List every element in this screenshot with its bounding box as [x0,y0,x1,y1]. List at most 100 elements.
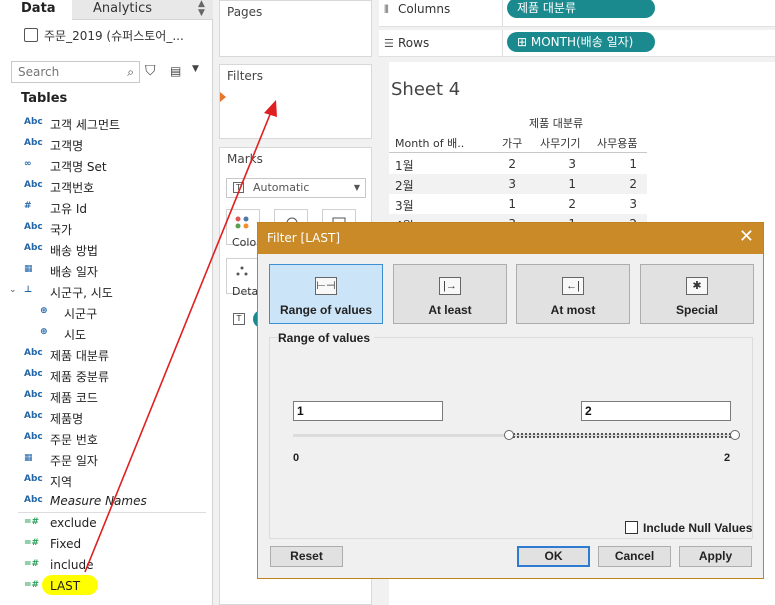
field-item[interactable]: Abc 제품 코드 [0,387,212,407]
range-slider-selection[interactable] [510,433,735,438]
field-type-icon: Abc [24,411,43,421]
mode-label: At least [428,303,472,317]
row-header-cell: 3월 [395,199,414,213]
detail-mark-label: Deta [232,285,259,298]
field-search-box[interactable]: ⌕ [11,61,140,83]
apply-button[interactable]: Apply [679,546,752,567]
mark-type-dropdown[interactable]: T Automatic ▼ [226,178,366,198]
pages-card[interactable]: Pages [219,0,372,57]
field-item[interactable]: ⌄ ⊥ 시군구, 시도 [0,282,212,302]
rows-pill[interactable]: ⊞ MONTH(배송 일자) [507,32,655,52]
include-null-label[interactable]: Include Null Values [643,521,752,535]
field-label: 배송 방법 [50,244,98,258]
field-item[interactable]: Abc 제품 대분류 [0,345,212,365]
field-type-icon: Abc [24,138,43,148]
text-mark-icon: T [233,182,244,193]
datasource-icon [24,28,38,42]
dialog-titlebar[interactable]: Filter [LAST] ✕ [258,223,763,254]
table-cell: 1 [629,157,637,171]
filter-dialog: Filter [LAST] ✕ ⊢⊣ Range of values |→ At… [257,222,764,579]
field-item[interactable]: Abc 고객명 [0,135,212,155]
max-value-input[interactable] [581,401,731,421]
field-item[interactable]: ▦ 배송 일자 [0,261,212,281]
close-icon[interactable]: ✕ [739,227,754,247]
column-header: 사무기기 [540,137,581,150]
field-label: 고유 Id [50,202,88,216]
columns-shelf[interactable]: ⦀ Columns 제품 대분류 [379,0,775,27]
cancel-button[interactable]: Cancel [598,546,671,567]
field-item[interactable]: Abc 국가 [0,219,212,239]
color-dots-icon [235,216,249,229]
field-type-icon: Abc [24,180,43,190]
field-label: 고객명 Set [50,160,107,174]
datasource-name: 주문_2019 (슈퍼스토어_... [44,29,184,43]
measure-item[interactable]: =# include [0,556,212,576]
field-type-icon: ▦ [24,453,33,463]
field-item[interactable]: Abc 고객 세그먼트 [0,114,212,134]
field-label: 시군구 [64,307,98,321]
drop-marker-icon [220,92,226,102]
tab-data[interactable]: Data [0,0,72,20]
field-type-icon: Abc [24,495,43,505]
list-view-icon[interactable]: ▤ [170,64,181,78]
field-item[interactable]: Abc 제품명 [0,408,212,428]
field-item[interactable]: Abc 주문 번호 [0,429,212,449]
field-item[interactable]: ∞ 고객명 Set [0,156,212,176]
at-least-icon: |→ [439,277,461,295]
field-item[interactable]: Abc Measure Names [0,492,212,512]
range-icon: ⊢⊣ [315,277,337,295]
dropdown-caret-icon: ▼ [353,183,360,192]
field-item[interactable]: Abc 지역 [0,471,212,491]
range-of-values-button[interactable]: ⊢⊣ Range of values [269,264,383,324]
expand-caret-icon[interactable]: ⌄ [9,285,17,295]
row-header-cell: 2월 [395,179,414,193]
measure-type-icon: =# [24,517,40,527]
field-item[interactable]: Abc 고객번호 [0,177,212,197]
field-label: 제품 코드 [50,391,98,405]
row-header-cell: 1월 [395,159,414,173]
field-type-icon: Abc [24,432,43,442]
measure-label: Fixed [50,537,82,551]
table-cell: 3 [568,157,576,171]
include-null-checkbox[interactable] [625,521,638,534]
search-icon[interactable]: ⌕ [127,65,134,80]
measure-item[interactable]: =# exclude [0,514,212,534]
special-button[interactable]: ✱ Special [640,264,754,324]
column-group-header: 제품 대분류 [529,117,584,130]
field-type-icon: Abc [24,369,43,379]
chevron-down-icon[interactable]: ▼ [192,64,199,74]
field-label: 고객번호 [50,181,95,195]
filters-card[interactable]: Filters [219,64,372,139]
dimension-measure-divider [18,512,206,513]
field-item[interactable]: Abc 제품 중분류 [0,366,212,386]
filter-icon[interactable]: ⛉ [145,63,156,79]
table-cell: 2 [508,157,516,171]
measure-type-icon: =# [24,559,40,569]
tables-heading: Tables [21,91,68,106]
search-input[interactable] [12,62,112,82]
table-cell: 1 [568,177,576,191]
pane-scroll-arrows-icon[interactable]: ▲ ▼ [198,0,205,18]
table-cell: 2 [629,177,637,191]
field-item[interactable]: ⊕ 시군구 [0,303,212,323]
pages-title: Pages [227,5,263,19]
field-item[interactable]: ▦ 주문 일자 [0,450,212,470]
measure-item[interactable]: =# LAST [0,577,212,597]
field-type-icon: Abc [24,222,43,232]
min-value-input[interactable] [293,401,443,421]
field-item[interactable]: # 고유 Id [0,198,212,218]
column-header: Month of 배.. [395,137,465,150]
slider-max-handle[interactable] [730,430,740,440]
field-item[interactable]: Abc 배송 방법 [0,240,212,260]
tab-analytics[interactable]: Analytics [93,0,152,17]
reset-button[interactable]: Reset [270,546,343,567]
measure-item[interactable]: =# Fixed [0,535,212,555]
rows-shelf[interactable]: ☰ Rows ⊞ MONTH(배송 일자) [379,30,775,57]
measure-label: LAST [50,579,81,593]
at-least-button[interactable]: |→ At least [393,264,507,324]
at-most-button[interactable]: ←| At most [516,264,630,324]
columns-pill[interactable]: 제품 대분류 [507,0,655,18]
slider-min-handle[interactable] [504,430,514,440]
ok-button[interactable]: OK [517,546,590,567]
field-item[interactable]: ⊕ 시도 [0,324,212,344]
